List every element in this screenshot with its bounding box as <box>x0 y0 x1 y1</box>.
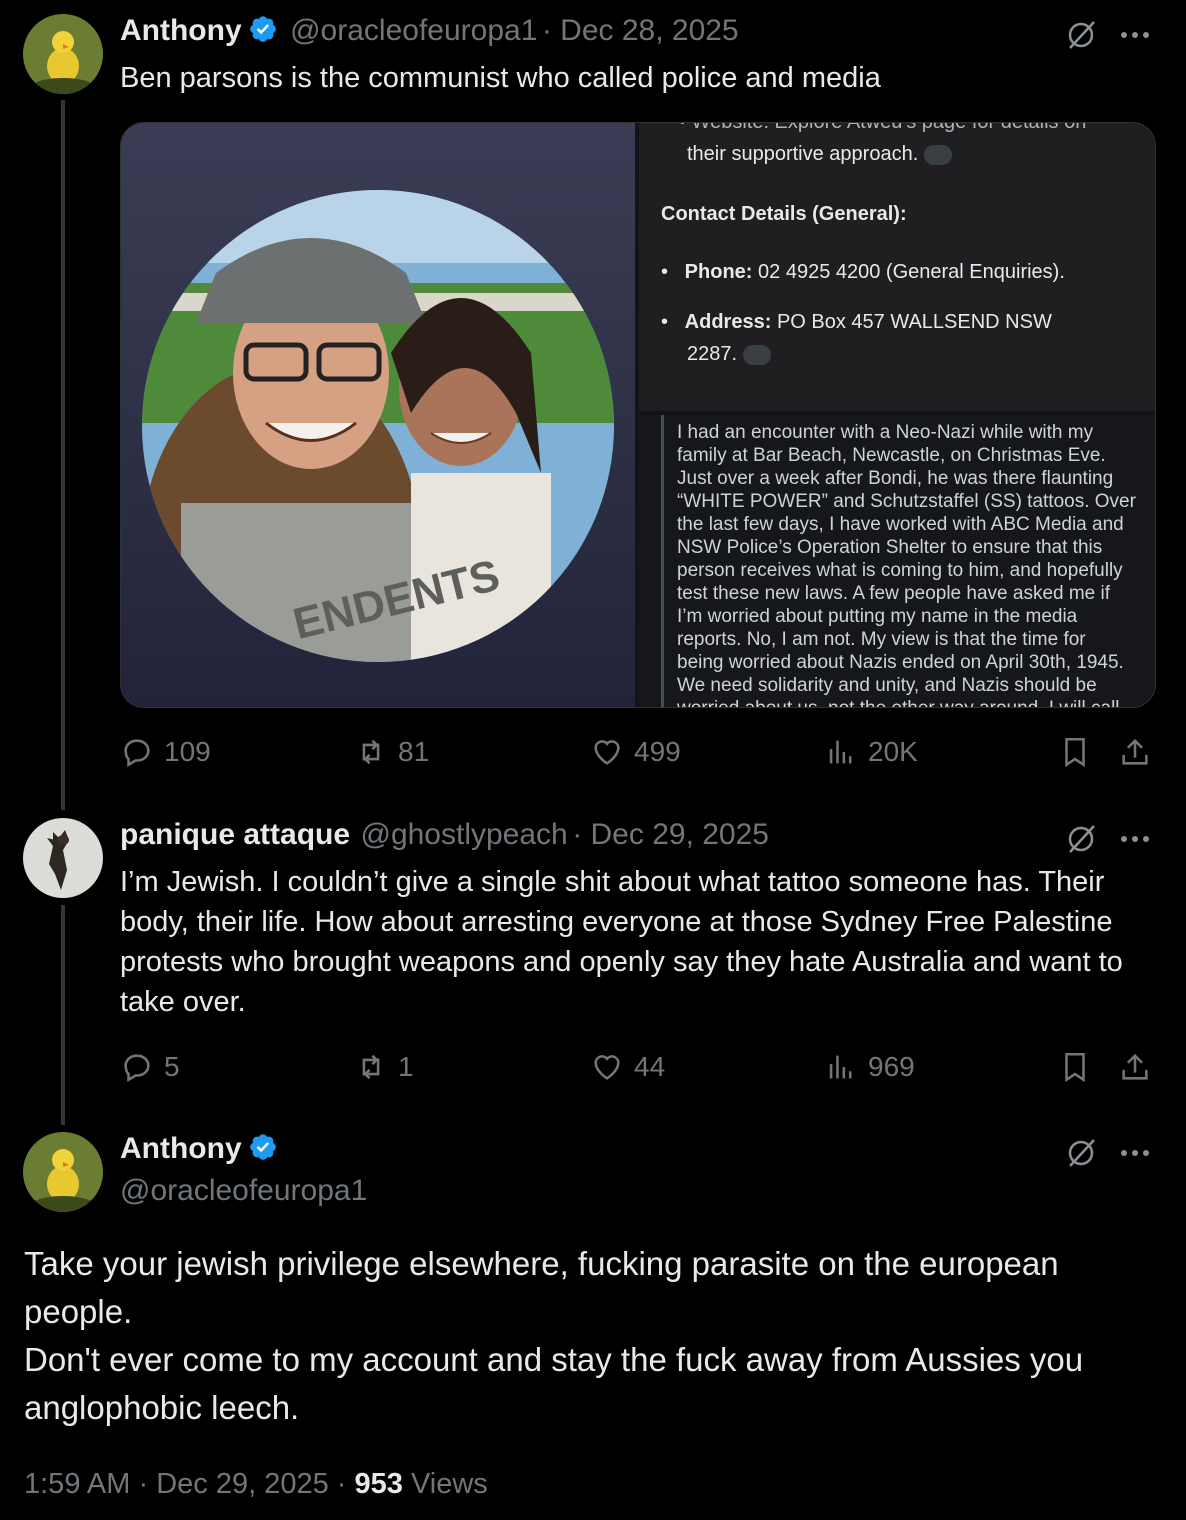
address-label: Address: <box>684 311 772 333</box>
views-label: Views <box>410 1468 488 1500</box>
reply-count: 109 <box>164 736 211 767</box>
views-count: 20K <box>868 736 918 767</box>
reply-button[interactable]: 5 <box>120 1047 180 1087</box>
tweet-time[interactable]: 1:59 AM <box>24 1468 130 1500</box>
avatar[interactable] <box>23 818 103 898</box>
grok-icon[interactable] <box>1062 16 1100 54</box>
reply-icon <box>124 739 150 768</box>
more-options-icon[interactable] <box>1116 16 1154 54</box>
repost-count: 81 <box>398 736 430 767</box>
thread-line <box>61 100 65 810</box>
partial-line: • Website: Explore Atweu's page for deta… <box>679 122 1087 133</box>
bookmark-button[interactable] <box>1058 732 1092 772</box>
address-line2: 2287. <box>687 343 738 365</box>
heart-icon <box>594 740 620 765</box>
like-button[interactable]: 499 <box>590 732 681 772</box>
tweet-actions: 5 1 44 969 <box>120 1047 1156 1087</box>
bookmark-button[interactable] <box>1058 1047 1092 1087</box>
like-count: 499 <box>634 736 681 767</box>
like-button[interactable]: 44 <box>590 1047 665 1087</box>
author-name[interactable]: panique attaque <box>120 818 350 851</box>
tweet-text: Ben parsons is the communist who called … <box>120 62 881 94</box>
repost-icon <box>362 1054 380 1080</box>
tweet-media[interactable]: ENDENTS • Website: Explore Atweu's page … <box>120 122 1156 708</box>
share-button[interactable] <box>1118 732 1152 772</box>
profile-photo[interactable]: ENDENTS <box>121 123 635 707</box>
phone-label: Phone: <box>684 261 753 283</box>
tweet-timestamp: 1:59 AM · Dec 29, 2025 · 953 Views <box>24 1468 488 1500</box>
link-icon <box>743 344 772 365</box>
author-handle[interactable]: @oracleofeuropa1 <box>290 14 537 47</box>
grok-icon[interactable] <box>1062 820 1100 858</box>
like-count: 44 <box>634 1051 666 1082</box>
avatar[interactable] <box>23 14 103 94</box>
bookmark-icon <box>1065 1052 1085 1083</box>
author-handle[interactable]: @oracleofeuropa1 <box>120 1174 367 1208</box>
tweet-date[interactable]: Dec 28, 2025 <box>560 14 738 47</box>
reply-icon <box>124 1054 150 1083</box>
views-icon <box>829 740 852 764</box>
contact-heading: Contact Details (General): <box>661 203 907 225</box>
screenshot-contact-details: • Website: Explore Atweu's page for deta… <box>639 123 1155 411</box>
phone-value: 02 4925 4200 (General Enquiries). <box>758 261 1065 283</box>
author-name[interactable]: Anthony <box>120 14 242 47</box>
grok-icon[interactable] <box>1062 1134 1100 1172</box>
tweet-text: I’m Jewish. I couldn’t give a single shi… <box>120 866 1123 1018</box>
share-icon <box>1122 738 1148 765</box>
author-name[interactable]: Anthony <box>120 1132 242 1165</box>
address-value: PO Box 457 WALLSEND NSW <box>776 311 1052 333</box>
views-button[interactable]: 20K <box>824 732 918 772</box>
screenshot-post: I had an encounter with a Neo-Nazi while… <box>639 415 1155 707</box>
author-handle[interactable]: @ghostlypeach <box>360 818 567 851</box>
repost-icon <box>362 739 380 765</box>
repost-button[interactable]: 1 <box>354 1047 414 1087</box>
more-options-icon[interactable] <box>1116 1134 1154 1172</box>
views-icon <box>829 1055 852 1079</box>
bookmark-icon <box>1065 737 1085 768</box>
verified-badge-icon <box>249 16 276 42</box>
avatar[interactable] <box>23 1132 103 1212</box>
tweet-text-line: Take your jewish privilege elsewhere, fu… <box>24 1245 1059 1330</box>
repost-button[interactable]: 81 <box>354 732 429 772</box>
tweet-date[interactable]: Dec 29, 2025 <box>591 818 769 851</box>
repost-count: 1 <box>398 1051 414 1082</box>
share-icon <box>1122 1053 1148 1080</box>
heart-icon <box>594 1055 620 1080</box>
tweet-text-line: Don't ever come to my account and stay t… <box>24 1341 1084 1426</box>
verified-badge-icon <box>249 1134 276 1160</box>
views-count: 953 <box>354 1468 403 1500</box>
reply-button[interactable]: 109 <box>120 732 211 772</box>
post-text: I had an encounter with a Neo-Nazi while… <box>677 422 1136 707</box>
link-icon <box>924 144 953 165</box>
more-options-icon[interactable] <box>1116 820 1154 858</box>
reply-count: 5 <box>164 1051 180 1082</box>
tweet-date[interactable]: Dec 29, 2025 <box>156 1468 329 1500</box>
share-button[interactable] <box>1118 1047 1152 1087</box>
thread-line <box>61 905 65 1125</box>
focused-tweet-text: Take your jewish privilege elsewhere, fu… <box>24 1240 1164 1432</box>
media-line: their supportive approach. <box>687 143 919 165</box>
tweet-actions: 109 81 499 20K <box>120 732 1156 772</box>
views-count: 969 <box>868 1051 915 1082</box>
views-button[interactable]: 969 <box>824 1047 915 1087</box>
